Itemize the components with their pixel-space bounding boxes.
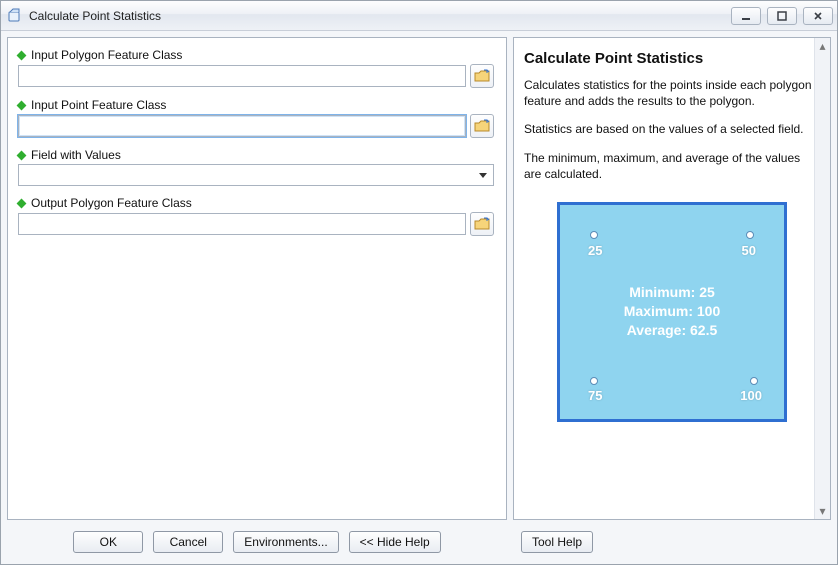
diagram-stat-line: Minimum: 25: [560, 283, 784, 302]
minimize-button[interactable]: [731, 7, 761, 25]
close-button[interactable]: [803, 7, 833, 25]
diagram-stat-line: Average: 62.5: [560, 321, 784, 340]
param-label: Input Point Feature Class: [31, 98, 166, 112]
param-input-polygon: Input Polygon Feature Class: [16, 48, 494, 88]
tool-help-button[interactable]: Tool Help: [521, 531, 593, 553]
required-indicator-icon: [17, 50, 27, 60]
diagram-point-icon: [590, 231, 598, 239]
cancel-button[interactable]: Cancel: [153, 531, 223, 553]
scroll-down-icon[interactable]: ▾: [815, 503, 830, 519]
help-paragraph: Statistics are based on the values of a …: [524, 121, 820, 137]
ok-button[interactable]: OK: [73, 531, 143, 553]
app-icon: [7, 8, 23, 24]
hide-help-button[interactable]: << Hide Help: [349, 531, 441, 553]
scroll-up-icon[interactable]: ▴: [815, 38, 830, 54]
diagram-point-label: 75: [588, 388, 602, 403]
diagram-point-icon: [750, 377, 758, 385]
output-polygon-field[interactable]: [18, 213, 466, 235]
param-field-values: Field with Values: [16, 148, 494, 186]
input-polygon-field[interactable]: [18, 65, 466, 87]
help-paragraph: The minimum, maximum, and average of the…: [524, 150, 820, 182]
param-label: Output Polygon Feature Class: [31, 196, 192, 210]
help-paragraph: Calculates statistics for the points ins…: [524, 77, 820, 109]
param-label: Field with Values: [31, 148, 121, 162]
button-row: OK Cancel Environments... << Hide Help T…: [7, 526, 831, 558]
help-diagram: 25 50 75 100 Minimum: 25 Maximum: 100 Av…: [524, 202, 820, 422]
diagram-stats: Minimum: 25 Maximum: 100 Average: 62.5: [560, 283, 784, 340]
dialog-window: Calculate Point Statistics Input Polygon…: [0, 0, 838, 565]
left-buttons: OK Cancel Environments... << Hide Help: [7, 531, 507, 553]
client-area: Input Polygon Feature Class Input Point …: [1, 31, 837, 564]
diagram-stat-line: Maximum: 100: [560, 302, 784, 321]
diagram-point-label: 50: [742, 243, 756, 258]
param-input-point: Input Point Feature Class: [16, 98, 494, 138]
required-indicator-icon: [17, 100, 27, 110]
diagram-point-icon: [746, 231, 754, 239]
input-point-field[interactable]: [18, 115, 466, 137]
window-title: Calculate Point Statistics: [29, 9, 731, 23]
required-indicator-icon: [17, 150, 27, 160]
browse-button[interactable]: [470, 114, 494, 138]
param-output-polygon: Output Polygon Feature Class: [16, 196, 494, 236]
diagram-polygon: 25 50 75 100 Minimum: 25 Maximum: 100 Av…: [557, 202, 787, 422]
field-values-dropdown[interactable]: [18, 164, 494, 186]
browse-button[interactable]: [470, 64, 494, 88]
parameters-pane: Input Polygon Feature Class Input Point …: [7, 37, 507, 520]
browse-button[interactable]: [470, 212, 494, 236]
diagram-point-label: 100: [740, 388, 762, 403]
scroll-track[interactable]: [815, 54, 830, 503]
param-label: Input Polygon Feature Class: [31, 48, 182, 62]
maximize-button[interactable]: [767, 7, 797, 25]
help-title: Calculate Point Statistics: [524, 50, 820, 67]
diagram-point-label: 25: [588, 243, 602, 258]
panes: Input Polygon Feature Class Input Point …: [7, 37, 831, 520]
window-controls: [731, 7, 833, 25]
right-buttons: Tool Help: [507, 531, 831, 553]
environments-button[interactable]: Environments...: [233, 531, 338, 553]
required-indicator-icon: [17, 198, 27, 208]
diagram-point-icon: [590, 377, 598, 385]
titlebar[interactable]: Calculate Point Statistics: [1, 1, 837, 31]
help-pane: Calculate Point Statistics Calculates st…: [513, 37, 831, 520]
help-scrollbar[interactable]: ▴ ▾: [814, 38, 830, 519]
